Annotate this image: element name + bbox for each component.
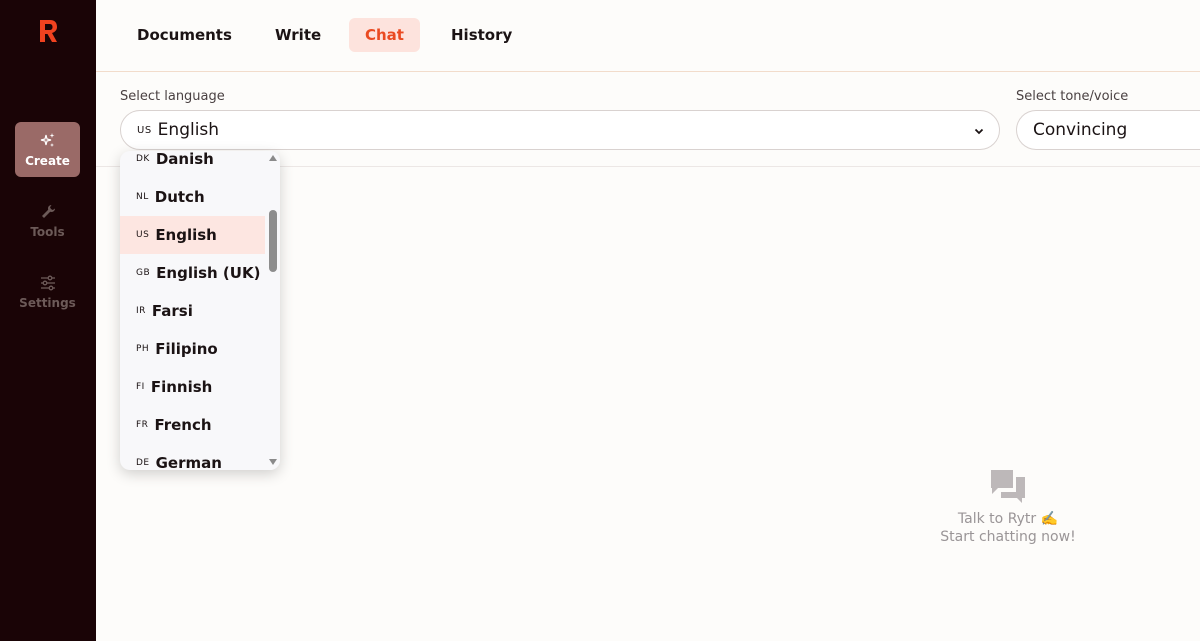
language-option-english[interactable]: US English: [120, 216, 265, 254]
tab-chat[interactable]: Chat: [349, 18, 420, 52]
tab-documents[interactable]: Documents: [121, 18, 248, 52]
language-options: DK Danish NL Dutch US English GB English…: [120, 151, 265, 470]
option-label: Filipino: [155, 340, 218, 358]
language-option-dutch[interactable]: NL Dutch: [120, 178, 265, 216]
sliders-icon: [40, 275, 55, 290]
tone-selected-value: Convincing: [1033, 120, 1128, 140]
flag-code: DE: [136, 458, 150, 468]
sidebar-item-settings[interactable]: Settings: [15, 264, 80, 319]
rytr-logo-icon[interactable]: [37, 18, 59, 44]
language-label: Select language: [120, 89, 225, 104]
language-option-filipino[interactable]: PH Filipino: [120, 330, 265, 368]
language-select[interactable]: US English: [120, 110, 1000, 150]
sidebar: Create Tools Settings: [0, 0, 96, 641]
sidebar-item-label: Create: [25, 153, 70, 168]
tone-select[interactable]: Convincing: [1016, 110, 1200, 150]
language-option-finnish[interactable]: FI Finnish: [120, 368, 265, 406]
option-label: English (UK): [156, 264, 261, 282]
tab-history[interactable]: History: [435, 18, 528, 52]
flag-code: FR: [136, 420, 149, 430]
option-label: Finnish: [150, 378, 213, 396]
language-selected-value: English: [157, 120, 220, 140]
chat-empty-title: Talk to Rytr ✍️: [957, 511, 1059, 527]
scroll-thumb[interactable]: [269, 210, 277, 272]
sparkle-icon: [40, 132, 54, 147]
language-option-french[interactable]: FR French: [120, 406, 265, 444]
option-label: Farsi: [151, 302, 193, 320]
flag-code: US: [137, 124, 152, 136]
wrench-icon: [41, 204, 55, 218]
flag-code: DK: [136, 154, 150, 164]
language-option-german[interactable]: DE German: [120, 444, 265, 470]
flag-code: GB: [136, 268, 151, 278]
option-label: French: [154, 416, 212, 434]
sidebar-item-label: Settings: [19, 295, 76, 310]
option-label: English: [155, 226, 217, 244]
language-option-farsi[interactable]: IR Farsi: [120, 292, 265, 330]
sidebar-item-create[interactable]: Create: [15, 122, 80, 177]
tab-write[interactable]: Write: [259, 18, 337, 52]
option-label: Dutch: [154, 188, 205, 206]
tone-label: Select tone/voice: [1016, 89, 1129, 104]
flag-code: FI: [136, 382, 145, 392]
chat-bubbles-icon: [991, 470, 1025, 503]
language-option-danish[interactable]: DK Danish: [120, 151, 265, 178]
dropdown-scrollbar[interactable]: [265, 151, 280, 470]
chat-empty-state: Talk to Rytr ✍️ Start chatting now!: [925, 468, 1091, 546]
scroll-down-arrow-icon[interactable]: [269, 459, 277, 465]
sidebar-item-label: Tools: [30, 224, 65, 239]
language-option-english-uk[interactable]: GB English (UK): [120, 254, 265, 292]
top-nav: Documents Write Chat History: [96, 0, 1200, 72]
scroll-up-arrow-icon[interactable]: [269, 155, 277, 161]
option-label: Danish: [155, 151, 214, 168]
option-label: German: [155, 454, 222, 470]
flag-code: US: [136, 230, 150, 240]
flag-code: PH: [136, 344, 150, 354]
flag-code: IR: [136, 306, 146, 316]
flag-code: NL: [136, 192, 149, 202]
language-dropdown: DK Danish NL Dutch US English GB English…: [120, 151, 280, 470]
sidebar-item-tools[interactable]: Tools: [15, 193, 80, 248]
chevron-down-icon: [974, 128, 984, 135]
chat-empty-subtitle: Start chatting now!: [940, 529, 1076, 545]
